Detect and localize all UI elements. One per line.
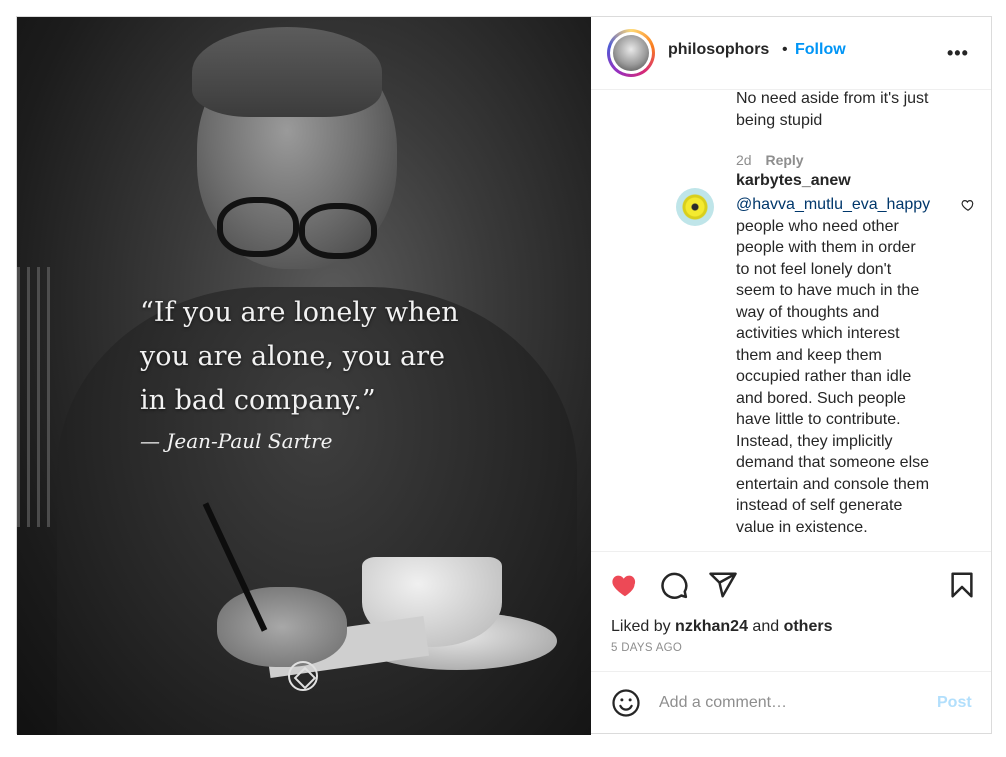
comment-line: occupied rather than idle [736,368,912,385]
likes-and: and [752,618,780,635]
post-actions: Liked by nzkhan24 and others 5 DAYS AGO [591,551,991,672]
reply-text: No need aside from it's just being stupi… [736,90,976,131]
post-side-panel: philosophors • Follow ••• No need aside … [591,17,991,733]
comment-line: entertain and console them [736,475,930,493]
comment-avatar[interactable] [676,188,714,226]
quote-line: you are alone, you are [140,341,446,372]
comment-line: to not feel lonely don't [736,260,892,278]
comment-icon[interactable] [659,570,689,600]
more-options-icon[interactable]: ••• [947,43,969,64]
avatar-inner [610,32,652,74]
post-date[interactable]: 5 DAYS AGO [611,642,682,654]
reply-line: being stupid [736,111,823,129]
comment-line: demand that someone else [736,454,930,471]
comment-line: activities which interest [736,325,900,342]
glasses-right-lens [299,203,377,259]
instagram-post: “If you are lonely when you are alone, y… [16,16,992,735]
comment-line: value in existence. [736,518,868,536]
avatar[interactable] [607,29,655,77]
glasses-left-lens [217,197,299,257]
comment-line: seem to have much in the [736,282,920,299]
reply-meta: 2d Reply [736,152,804,168]
share-icon[interactable] [708,570,738,600]
reply-button[interactable]: Reply [765,152,803,168]
comment-line: people with them in order [736,239,916,256]
quote-text: “If you are lonely when you are alone, y… [140,291,560,423]
comment-line: Instead, they implicitly [736,432,893,450]
emoji-icon[interactable] [611,688,641,718]
background-chair [17,267,57,527]
likes-others-link[interactable]: others [784,618,833,635]
comment-line: them and keep them [736,346,882,364]
separator-dot: • [782,41,788,58]
reply-time: 2d [736,152,752,168]
quote-author: — Jean-Paul Sartre [140,429,333,453]
reply-line: No need aside from it's just [736,90,929,107]
likes-prefix: Liked by [611,618,671,635]
comment-input[interactable]: Add a comment… [659,694,787,712]
username-link[interactable]: philosophors [668,41,769,59]
avatar-photo [613,35,649,71]
comments-list[interactable]: No need aside from it's just being stupi… [591,90,991,550]
post-comment-button[interactable]: Post [937,694,972,712]
comment-line: way of thoughts and [736,303,880,321]
likes-user-link[interactable]: nzkhan24 [675,618,748,635]
heart-filled-icon[interactable] [610,570,640,600]
follow-button[interactable]: Follow [795,41,846,59]
comment-line: and bored. Such people [736,389,906,407]
watermark-logo-icon [288,661,318,691]
comment-line: people who need other [736,217,899,235]
quote-line: “If you are lonely when [140,297,459,328]
bookmark-icon[interactable] [947,570,977,600]
comment-body: @havva_mutlu_eva_happy people who need o… [736,194,981,538]
person-hair [192,27,382,117]
post-header: philosophors • Follow ••• [591,17,991,90]
comment-username[interactable]: karbytes_anew [736,172,851,190]
post-image[interactable]: “If you are lonely when you are alone, y… [17,17,591,735]
add-comment-bar: Add a comment… Post [591,671,991,734]
comment-line: have little to contribute. [736,411,901,428]
comment-line: instead of self generate [736,497,903,514]
comment-mention[interactable]: @havva_mutlu_eva_happy [736,194,981,216]
likes-summary: Liked by nzkhan24 and others [611,618,832,636]
quote-line: in bad company.” [140,385,376,416]
writing-hand [217,587,347,667]
